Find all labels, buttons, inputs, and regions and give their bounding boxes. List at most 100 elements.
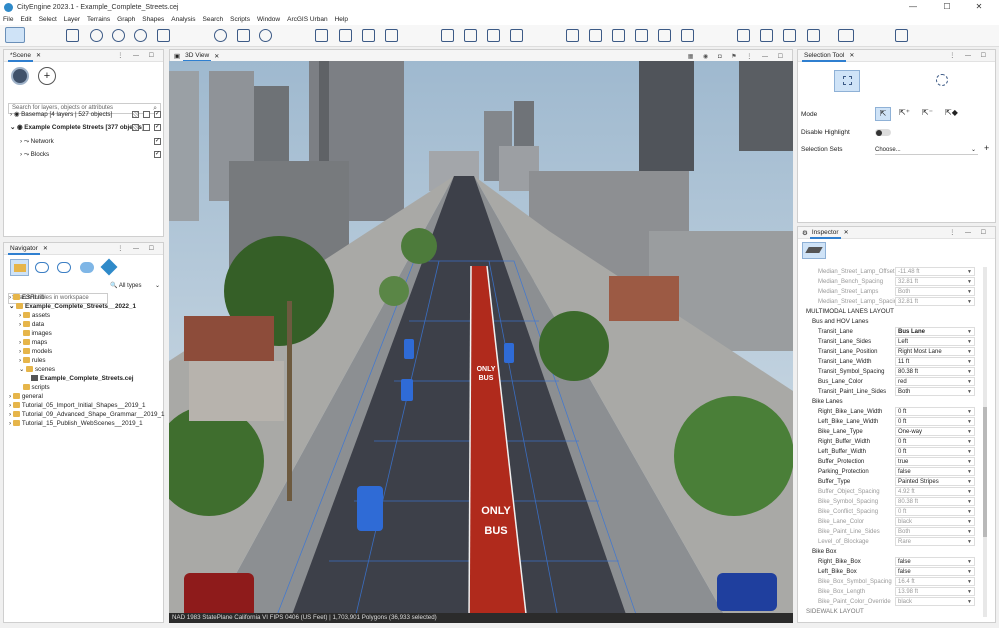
inspector-scrollbar[interactable] [983,267,987,617]
panel-controls[interactable]: ⋮ — ☐ [949,52,990,59]
section-header[interactable]: MULTIMODAL LANES LAYOUT [806,308,894,315]
layer-basemap[interactable]: › ◉ Basemap [4 layers | 527 objects] [10,109,112,120]
mode-set-icon[interactable]: ⇱ [875,107,891,121]
shape-edit-icon[interactable] [339,29,352,42]
attr-value[interactable]: false ▼ [895,557,975,566]
export-icon[interactable] [760,29,773,42]
panel-controls[interactable]: ⋮ — ☐ [117,52,158,59]
attr-value[interactable]: Rare ▼ [895,537,975,546]
attr-value[interactable]: Both ▼ [895,527,975,536]
graph-create-icon[interactable] [510,29,523,42]
mode-remove-icon[interactable]: ⇱⁻ [922,108,933,117]
menu-arcgis-urban[interactable]: ArcGIS Urban [287,16,327,23]
highlight-toggle[interactable] [875,129,891,136]
type-filter-select[interactable]: 🔍 All types ⌄ [110,281,162,292]
menu-shapes[interactable]: Shapes [142,16,164,23]
attr-value[interactable]: Both ▼ [895,387,975,396]
menu-window[interactable]: Window [257,16,280,23]
share-icon[interactable] [783,29,796,42]
lock-checkbox[interactable] [132,124,139,131]
curve-street-icon[interactable] [464,29,477,42]
offset-icon[interactable] [612,29,625,42]
section-header[interactable]: SIDEWALK LAYOUT [806,608,864,615]
subsection-header[interactable]: Bike Box [812,548,836,555]
visible-checkbox[interactable]: ✓ [154,151,161,158]
attr-value[interactable]: false ▼ [895,467,975,476]
panel-controls[interactable]: ⋮ — ☐ [949,229,990,236]
panel-controls[interactable]: ⋮ — ☐ [117,245,158,252]
3d-viewport[interactable]: ONLY BUS ONLY BUS [169,61,793,623]
rotate-icon[interactable] [237,29,250,42]
pan-hand-icon[interactable] [90,29,103,42]
add-set-icon[interactable]: + [984,143,989,153]
attr-value[interactable]: 13.98 ft ▼ [895,587,975,596]
subsection-header[interactable]: Bike Lanes [812,398,843,405]
selection-sets-select[interactable]: Choose... ⌄ [875,145,978,155]
box-create-icon[interactable] [385,29,398,42]
visible-checkbox[interactable]: ✓ [154,138,161,145]
cloud-icon[interactable] [80,262,94,273]
lock-checkbox[interactable] [132,111,139,118]
snap-checkbox[interactable] [143,111,150,118]
inspector-tab[interactable]: Inspector [809,227,841,239]
frame-tool-icon[interactable] [66,29,79,42]
menu-search[interactable]: Search [203,16,224,23]
menu-edit[interactable]: Edit [20,16,31,23]
mode-toggle-icon[interactable]: ⇱◆ [945,108,958,117]
move-icon[interactable] [214,29,227,42]
scene-tab[interactable]: *Scene [8,50,33,62]
subsection-header[interactable]: Bus and HOV Lanes [812,318,868,325]
zoom-icon[interactable] [112,29,125,42]
orbit-icon[interactable] [134,29,147,42]
layer-complete-streets[interactable]: ⌄ ◉ Example Complete Streets [377 object… [10,122,144,133]
view-settings-icon[interactable] [838,29,854,42]
polygon-select-icon[interactable] [157,29,170,42]
menu-terrains[interactable]: Terrains [87,16,110,23]
attr-value[interactable]: 16.4 ft ▼ [895,577,975,586]
attr-value[interactable]: One-way ▼ [895,427,975,436]
polygon-create-icon[interactable] [362,29,375,42]
close-icon[interactable]: ✕ [214,53,219,60]
menu-graph[interactable]: Graph [117,16,135,23]
attr-value[interactable]: false ▼ [895,567,975,576]
attr-value[interactable]: Painted Stripes ▼ [895,477,975,486]
add-layer-icon[interactable]: + [38,67,56,85]
close-icon[interactable]: ✕ [844,229,849,236]
close-button[interactable]: ✕ [964,0,994,14]
tree-item[interactable]: › Tutorial_15_Publish_WebScenes__2019_1 [9,418,143,429]
layer-network[interactable]: › ⤳ Network [20,136,54,147]
close-icon[interactable]: ✕ [43,245,48,252]
attr-value[interactable]: 0 ft ▼ [895,437,975,446]
attr-value[interactable]: 0 ft ▼ [895,417,975,426]
mode-add-icon[interactable]: ⇱⁺ [899,108,910,117]
cloud-upload-icon[interactable] [57,262,71,273]
report-icon[interactable] [737,29,750,42]
selection-tool-tab[interactable]: Selection Tool [802,50,847,62]
view3d-controls[interactable]: ▦ ◉ ◘ ⚑ ⋮ — ☐ [688,53,787,60]
scale-icon[interactable] [259,29,272,42]
extrude-icon[interactable] [589,29,602,42]
open-folder-icon[interactable] [10,259,29,276]
attr-value[interactable]: Left ▼ [895,337,975,346]
visible-checkbox[interactable]: ✓ [154,111,161,118]
attr-value[interactable]: Bus Lane ▼ [895,327,975,336]
maximize-button[interactable]: ☐ [932,0,962,14]
close-icon[interactable]: ✕ [849,52,854,59]
minimize-button[interactable]: — [898,0,928,14]
menu-help[interactable]: Help [335,16,348,23]
snap-checkbox[interactable] [143,124,150,131]
menu-analysis[interactable]: Analysis [171,16,195,23]
attr-value[interactable]: 11 ft ▼ [895,357,975,366]
street-shape-icon[interactable] [802,242,826,259]
attr-value[interactable]: -11.48 ft ▼ [895,267,975,276]
street-edit-icon[interactable] [487,29,500,42]
menu-select[interactable]: Select [39,16,57,23]
menu-layer[interactable]: Layer [64,16,80,23]
arcgis-icon[interactable] [100,258,118,276]
settings-gear-icon[interactable] [895,29,908,42]
navigator-tab[interactable]: Navigator [8,243,40,255]
attr-value[interactable]: 80.38 ft ▼ [895,367,975,376]
terrain-edit-icon[interactable] [315,29,328,42]
street-draw-icon[interactable] [441,29,454,42]
close-icon[interactable]: ✕ [36,52,41,59]
